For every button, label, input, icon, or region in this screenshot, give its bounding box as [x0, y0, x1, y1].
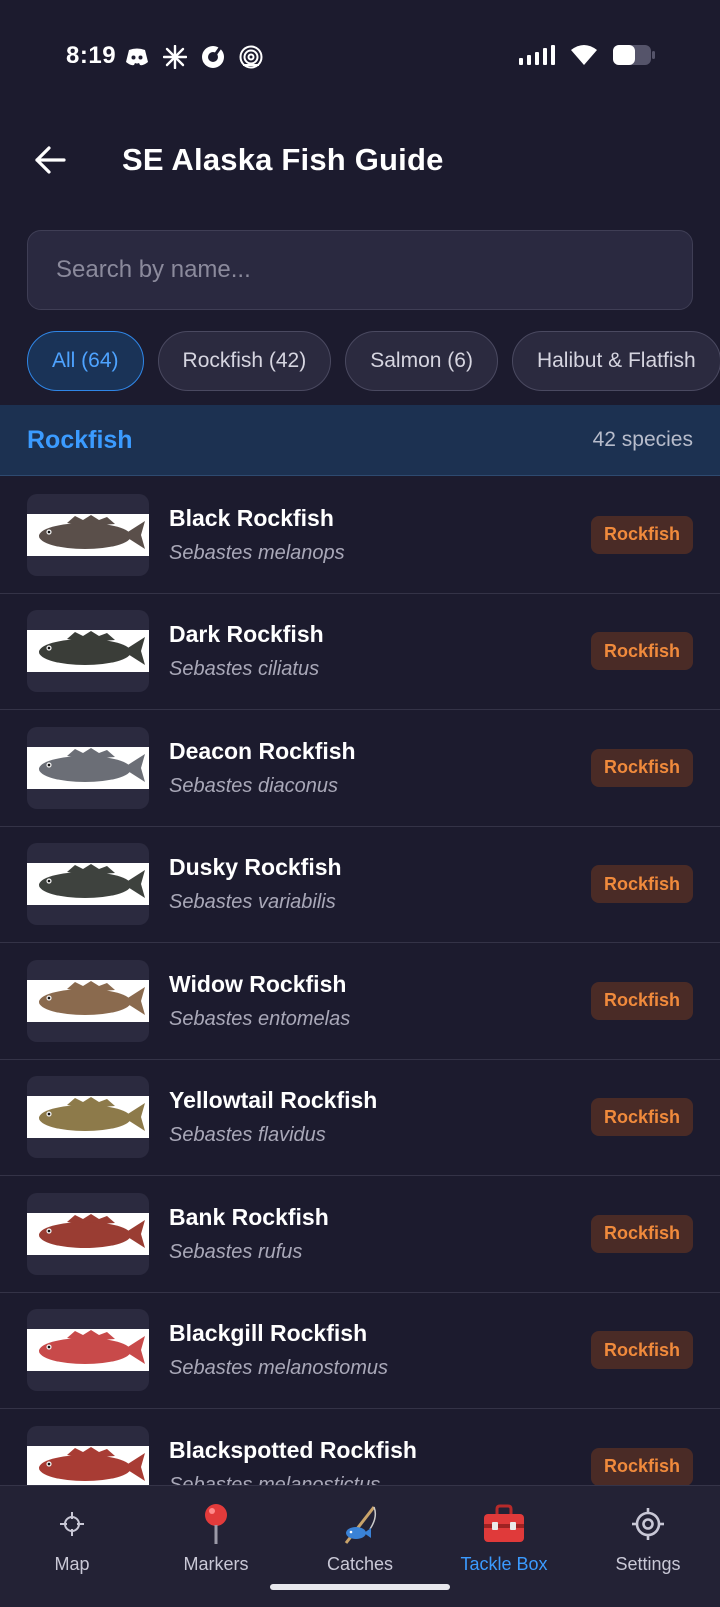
- fish-thumbnail: [27, 1309, 149, 1392]
- nav-item-map[interactable]: Map: [0, 1486, 144, 1607]
- fish-scientific-name: Sebastes ciliatus: [169, 658, 320, 681]
- category-tag: Rockfish: [590, 1331, 693, 1370]
- fish-list-item[interactable]: Widow Rockfish Sebastes entomelas Rockfi…: [0, 943, 720, 1060]
- fish-scientific-name: Sebastes flavidus: [169, 1124, 326, 1147]
- nav-label: Tackle Box: [460, 1554, 548, 1574]
- fish-image: [39, 1213, 145, 1248]
- fish-common-name: Dark Rockfish: [169, 621, 324, 648]
- fish-list-item[interactable]: Blackgill Rockfish Sebastes melanostomus…: [0, 1293, 720, 1409]
- search-box[interactable]: [27, 230, 693, 310]
- nav-label: Settings: [615, 1554, 681, 1574]
- fish-image: [39, 514, 145, 549]
- page-title: SE Alaska Fish Guide: [122, 142, 444, 177]
- fish-list-item[interactable]: Dark Rockfish Sebastes ciliatus Rockfish: [0, 594, 720, 710]
- signal-icon: [518, 44, 556, 71]
- fish-scientific-name: Sebastes melanostomus: [169, 1357, 389, 1380]
- fish-scientific-name: Sebastes melanostictus: [169, 1473, 381, 1485]
- fish-thumbnail: [27, 726, 149, 809]
- status-time: 8:19: [66, 42, 117, 69]
- fish-thumbnail: [27, 1192, 149, 1275]
- crosshair-icon: [50, 1502, 94, 1546]
- app-screen: 8:19 SE Alaska Fish Guide Search by name…: [0, 0, 720, 1607]
- fish-image: [39, 631, 145, 666]
- fish-scientific-name: Sebastes variabilis: [169, 891, 336, 914]
- fish-list-item[interactable]: Bank Rockfish Sebastes rufus Rockfish: [0, 1176, 720, 1293]
- fish-common-name: Blackspotted Rockfish: [169, 1436, 417, 1463]
- category-tag: Rockfish: [590, 865, 693, 904]
- arrow-left-icon: [35, 146, 66, 174]
- toolbox-icon: [482, 1502, 526, 1546]
- filter-chip-rockfish[interactable]: Rockfish (42): [157, 331, 332, 391]
- nav-label: Catches: [326, 1554, 394, 1574]
- nav-item-markers[interactable]: Markers: [144, 1486, 288, 1607]
- fish-common-name: Yellowtail Rockfish: [169, 1087, 378, 1114]
- fish-list-item[interactable]: Yellowtail Rockfish Sebastes flavidus Ro…: [0, 1060, 720, 1176]
- notification-icons: [124, 44, 264, 70]
- fish-scientific-name: Sebastes rufus: [169, 1240, 303, 1263]
- category-tag: Rockfish: [590, 1098, 693, 1137]
- category-tag: Rockfish: [590, 1214, 693, 1253]
- fish-thumbnail: [27, 959, 149, 1042]
- fish-image: [39, 980, 145, 1015]
- filter-chip-halibut-flatfish[interactable]: Halibut & Flatfish: [511, 331, 720, 391]
- app-header: SE Alaska Fish Guide: [0, 128, 720, 198]
- fish-thumbnail: [27, 1425, 149, 1485]
- fish-image: [39, 1330, 145, 1365]
- fish-thumbnail: [27, 610, 149, 693]
- fish-common-name: Dusky Rockfish: [169, 854, 342, 881]
- fish-common-name: Widow Rockfish: [169, 970, 347, 997]
- section-title: Rockfish: [27, 425, 133, 454]
- fish-list-item[interactable]: Blackspotted Rockfish Sebastes melanosti…: [0, 1409, 720, 1485]
- fish-scientific-name: Sebastes melanops: [169, 541, 345, 564]
- nav-item-tackle-box[interactable]: Tackle Box: [432, 1486, 576, 1607]
- section-header: Rockfish 42 species: [0, 405, 720, 476]
- category-tag: Rockfish: [590, 632, 693, 671]
- nav-item-settings[interactable]: Settings: [576, 1486, 720, 1607]
- back-button[interactable]: [28, 138, 72, 182]
- fish-scientific-name: Sebastes entomelas: [169, 1007, 351, 1030]
- fish-image: [39, 747, 145, 782]
- fish-thumbnail: [27, 493, 149, 576]
- threads-icon: [200, 44, 226, 70]
- category-tag: Rockfish: [590, 515, 693, 554]
- nav-label: Map: [54, 1554, 90, 1574]
- fish-image: [39, 864, 145, 899]
- fish-thumbnail: [27, 1076, 149, 1159]
- filter-chip-salmon[interactable]: Salmon (6): [345, 331, 498, 391]
- category-tag: Rockfish: [590, 981, 693, 1020]
- fish-list[interactable]: Black Rockfish Sebastes melanops Rockfis…: [0, 477, 720, 1485]
- status-bar: 8:19: [0, 0, 720, 115]
- fish-scientific-name: Sebastes diaconus: [169, 774, 339, 797]
- fishing-rod-icon: [338, 1502, 382, 1546]
- sparkle-icon: [162, 44, 188, 70]
- gear-icon: [626, 1502, 670, 1546]
- fish-common-name: Deacon Rockfish: [169, 737, 356, 764]
- fish-image: [39, 1446, 145, 1481]
- spiral-icon: [238, 44, 264, 70]
- fish-thumbnail: [27, 843, 149, 926]
- fish-list-item[interactable]: Black Rockfish Sebastes melanops Rockfis…: [0, 477, 720, 594]
- fish-list-item[interactable]: Dusky Rockfish Sebastes variabilis Rockf…: [0, 827, 720, 943]
- home-indicator[interactable]: [270, 1584, 450, 1590]
- map-pin-icon: [194, 1502, 238, 1546]
- fish-list-item[interactable]: Deacon Rockfish Sebastes diaconus Rockfi…: [0, 710, 720, 827]
- fish-image: [39, 1097, 145, 1132]
- nav-label: Markers: [183, 1554, 249, 1574]
- system-icons: [518, 44, 656, 71]
- fish-common-name: Black Rockfish: [169, 504, 334, 531]
- section-count: 42 species: [592, 428, 693, 451]
- filter-chips: All (64) Rockfish (42) Salmon (6) Halibu…: [27, 331, 720, 391]
- discord-icon: [124, 44, 150, 70]
- search-input[interactable]: [56, 256, 664, 284]
- wifi-icon: [570, 44, 598, 71]
- category-tag: Rockfish: [590, 748, 693, 787]
- fish-common-name: Blackgill Rockfish: [169, 1320, 368, 1347]
- filter-chip-all[interactable]: All (64): [27, 331, 144, 391]
- battery-icon: [612, 44, 656, 71]
- category-tag: Rockfish: [590, 1447, 693, 1485]
- fish-common-name: Bank Rockfish: [169, 1203, 329, 1230]
